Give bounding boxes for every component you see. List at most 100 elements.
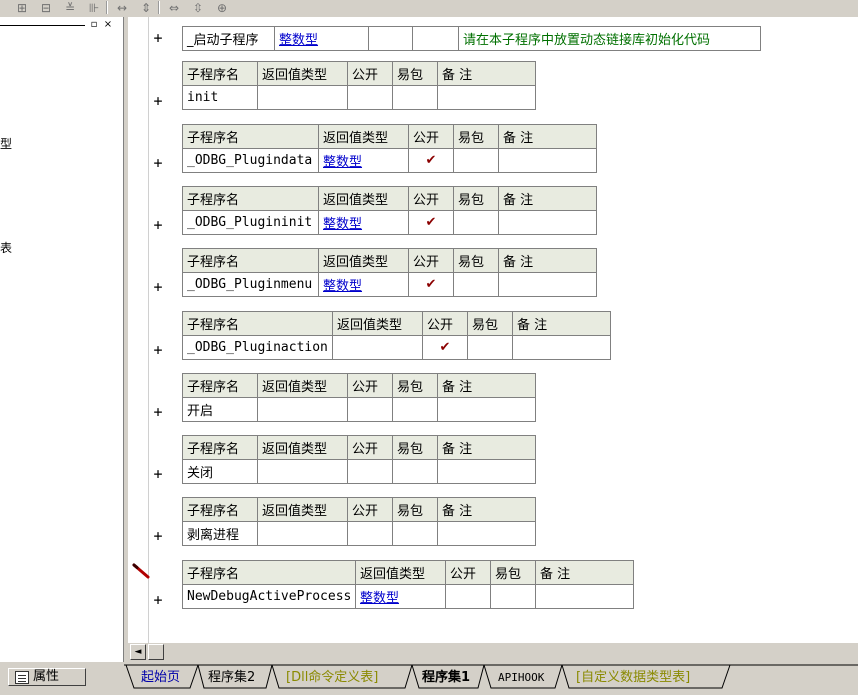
tab-custom-data-types[interactable]: [自定义数据类型表] [576, 668, 690, 687]
easy-pack-cell[interactable] [392, 85, 438, 110]
public-cell[interactable]: ✔ [408, 272, 454, 297]
header-note: 备 注 [437, 497, 536, 522]
startup-type-cell[interactable]: 整数型 [274, 26, 369, 51]
note-cell[interactable] [498, 210, 597, 235]
public-cell[interactable] [347, 521, 393, 546]
return-type-cell[interactable]: 整数型 [318, 210, 409, 235]
return-type-cell[interactable] [257, 459, 348, 484]
subroutine-name-cell[interactable]: 关闭 [182, 459, 258, 484]
module-tabs: 起始页 程序集2 [Dll命令定义表] 程序集1 APIHOOK [自定义数据类… [124, 662, 858, 695]
note-cell[interactable] [437, 459, 536, 484]
minimize-button[interactable]: ▫ [88, 19, 100, 30]
expand-icon[interactable]: + [151, 466, 165, 482]
tab-apihook[interactable]: APIHOOK [498, 668, 544, 687]
expand-icon[interactable]: + [151, 404, 165, 420]
expand-icon[interactable]: + [151, 217, 165, 233]
header-public: 公开 [408, 186, 454, 211]
note-cell[interactable] [512, 335, 611, 360]
horizontal-scrollbar[interactable]: ◄ [128, 643, 858, 660]
toolbar: ⊞ ⊟ ≚ ⊪ ↔ ⇕ ⇔ ⇳ ⊕ [0, 0, 858, 16]
properties-button[interactable]: 属性 [8, 668, 86, 686]
subroutine-table: 子程序名 返回值类型 公开 易包 备 注 init [182, 61, 536, 110]
tab-start-page[interactable]: 起始页 [141, 668, 180, 687]
expand-icon[interactable]: + [151, 155, 165, 171]
expand-icon[interactable]: + [151, 528, 165, 544]
public-cell[interactable] [347, 459, 393, 484]
menu-icon[interactable]: ≚ [62, 0, 78, 15]
easy-pack-cell[interactable] [392, 397, 438, 422]
scroll-thumb[interactable] [148, 644, 164, 660]
return-type-cell[interactable] [257, 85, 348, 110]
note-cell[interactable] [498, 148, 597, 173]
easy-pack-cell[interactable] [490, 584, 536, 609]
note-cell[interactable] [498, 272, 597, 297]
header-public: 公开 [347, 497, 393, 522]
hsize-icon[interactable]: ⇔ [166, 0, 182, 15]
expand-icon[interactable]: + [151, 279, 165, 295]
note-cell[interactable] [437, 397, 536, 422]
header-public: 公开 [347, 373, 393, 398]
note-cell[interactable] [437, 521, 536, 546]
left-pane-text: 型 [0, 137, 13, 151]
easy-pack-cell[interactable] [453, 272, 499, 297]
subroutine-name-cell[interactable]: 开启 [182, 397, 258, 422]
easy-pack-cell[interactable] [453, 148, 499, 173]
startup-easy-cell[interactable] [412, 26, 459, 51]
subroutine-name-cell[interactable]: NewDebugActiveProcess [182, 584, 356, 609]
code-editor[interactable]: + _启动子程序 整数型 请在本子程序中放置动态链接库初始化代码 + 子程序名 … [128, 17, 858, 643]
public-cell[interactable]: ✔ [422, 335, 468, 360]
expand-icon[interactable]: + [151, 342, 165, 358]
return-type-cell[interactable] [332, 335, 423, 360]
subroutine-name-cell[interactable]: 剥离进程 [182, 521, 258, 546]
startup-public-cell[interactable] [368, 26, 413, 51]
tab-dll-commands[interactable]: [Dll命令定义表] [286, 668, 378, 687]
subroutine-name-cell[interactable]: _ODBG_Pluginmenu [182, 272, 319, 297]
subroutine-name-cell[interactable]: _ODBG_Pluginaction [182, 335, 333, 360]
tab-bar: 属性 起始页 程序集2 [Dll命令定义表] 程序集1 APIHOOK [自定义… [0, 662, 858, 695]
return-type-cell[interactable]: 整数型 [318, 148, 409, 173]
center-icon[interactable]: ⊕ [214, 0, 230, 15]
vsize-icon[interactable]: ⇳ [190, 0, 206, 15]
return-type-cell[interactable]: 整数型 [355, 584, 446, 609]
expand-icon[interactable]: + [151, 93, 165, 109]
startup-name-cell[interactable]: _启动子程序 [182, 26, 275, 51]
expand-icon[interactable]: + [151, 592, 165, 608]
scroll-left-button[interactable]: ◄ [130, 644, 146, 660]
easy-pack-cell[interactable] [453, 210, 499, 235]
header-note: 备 注 [512, 311, 611, 336]
easy-pack-cell[interactable] [467, 335, 513, 360]
subroutine-table: 子程序名 返回值类型 公开 易包 备 注 剥离进程 [182, 497, 536, 546]
form-icon[interactable]: ⊟ [38, 0, 54, 15]
note-cell[interactable] [437, 85, 536, 110]
header-return-type: 返回值类型 [332, 311, 423, 336]
hspace-icon[interactable]: ↔ [114, 0, 130, 15]
grid-icon[interactable]: ⊞ [14, 0, 30, 15]
align-icon[interactable]: ⊪ [86, 0, 102, 15]
startup-note-cell[interactable]: 请在本子程序中放置动态链接库初始化代码 [458, 26, 761, 51]
public-cell[interactable] [347, 397, 393, 422]
public-cell[interactable] [347, 85, 393, 110]
return-type-cell[interactable] [257, 397, 348, 422]
public-cell[interactable]: ✔ [408, 148, 454, 173]
tab-program-set-1[interactable]: 程序集1 [422, 668, 470, 687]
tab-program-set-2[interactable]: 程序集2 [208, 668, 255, 687]
note-cell[interactable] [535, 584, 634, 609]
vspace-icon[interactable]: ⇕ [138, 0, 154, 15]
expand-icon[interactable]: + [151, 30, 165, 46]
header-note: 备 注 [437, 373, 536, 398]
public-cell[interactable] [445, 584, 491, 609]
caption-line [0, 25, 85, 26]
return-type-cell[interactable]: 整数型 [318, 272, 409, 297]
header-return-type: 返回值类型 [355, 560, 446, 585]
public-cell[interactable]: ✔ [408, 210, 454, 235]
close-button[interactable]: × [102, 19, 114, 30]
header-easy-pack: 易包 [392, 497, 438, 522]
subroutine-name-cell[interactable]: init [182, 85, 258, 110]
header-return-type: 返回值类型 [257, 61, 348, 86]
subroutine-name-cell[interactable]: _ODBG_Plugininit [182, 210, 319, 235]
return-type-cell[interactable] [257, 521, 348, 546]
easy-pack-cell[interactable] [392, 459, 438, 484]
subroutine-table: 子程序名 返回值类型 公开 易包 备 注 _ODBG_Plugininit 整数… [182, 186, 597, 235]
subroutine-name-cell[interactable]: _ODBG_Plugindata [182, 148, 319, 173]
easy-pack-cell[interactable] [392, 521, 438, 546]
